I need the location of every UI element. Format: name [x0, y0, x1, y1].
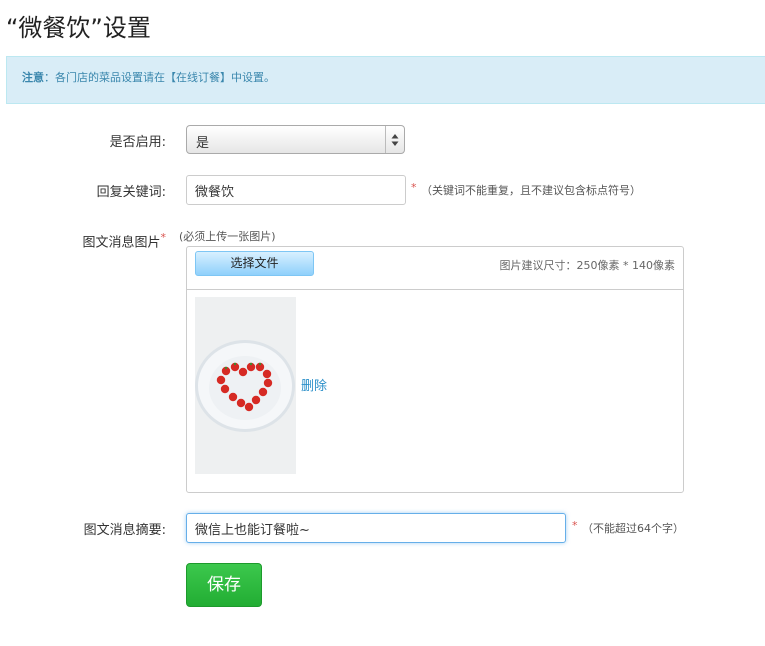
keyword-label: 回复关键词: [96, 185, 166, 200]
image-required-mark: * [160, 231, 167, 244]
image-hint: (必须上传一张图片) [179, 230, 276, 243]
save-button[interactable]: 保存 [186, 563, 262, 607]
enable-label: 是否启用: [109, 135, 166, 150]
keyword-input[interactable] [186, 175, 406, 205]
image-label: 图文消息图片 [82, 235, 161, 251]
page-title: “微餐饮”设置 [6, 14, 151, 42]
notice-banner: 注意：各门店的菜品设置请在【在线订餐】中设置。 [6, 56, 765, 104]
heart-strawberry-plate-image [195, 297, 296, 474]
upload-header: 选择文件 图片建议尺寸：250像素 * 140像素 [187, 247, 683, 290]
summary-required-mark: * [572, 519, 578, 532]
choose-file-button[interactable]: 选择文件 [195, 251, 314, 276]
uploaded-image-thumbnail [195, 297, 296, 474]
notice-label: 注意 [22, 71, 44, 84]
delete-image-link[interactable]: 删除 [301, 375, 327, 394]
notice-text: ：各门店的菜品设置请在【在线订餐】中设置。 [44, 71, 275, 84]
summary-label: 图文消息摘要: [83, 523, 166, 538]
settings-page: “微餐饮”设置 注意：各门店的菜品设置请在【在线订餐】中设置。 是否启用: 是 … [0, 0, 765, 646]
image-size-hint: 图片建议尺寸：250像素 * 140像素 [499, 259, 675, 272]
keyword-hint: （关键词不能重复，且不建议包含标点符号） [421, 184, 641, 197]
summary-input[interactable] [186, 513, 566, 543]
image-label-row: 图文消息图片* [0, 231, 166, 250]
keyword-required-mark: * [411, 181, 417, 194]
enable-select-value: 是 [196, 136, 210, 151]
enable-select[interactable]: 是 [186, 125, 405, 154]
summary-hint: （不能超过64个字） [582, 522, 684, 535]
updown-arrows-icon [385, 126, 404, 153]
image-upload-panel: 选择文件 图片建议尺寸：250像素 * 140像素 删除 [186, 246, 684, 493]
